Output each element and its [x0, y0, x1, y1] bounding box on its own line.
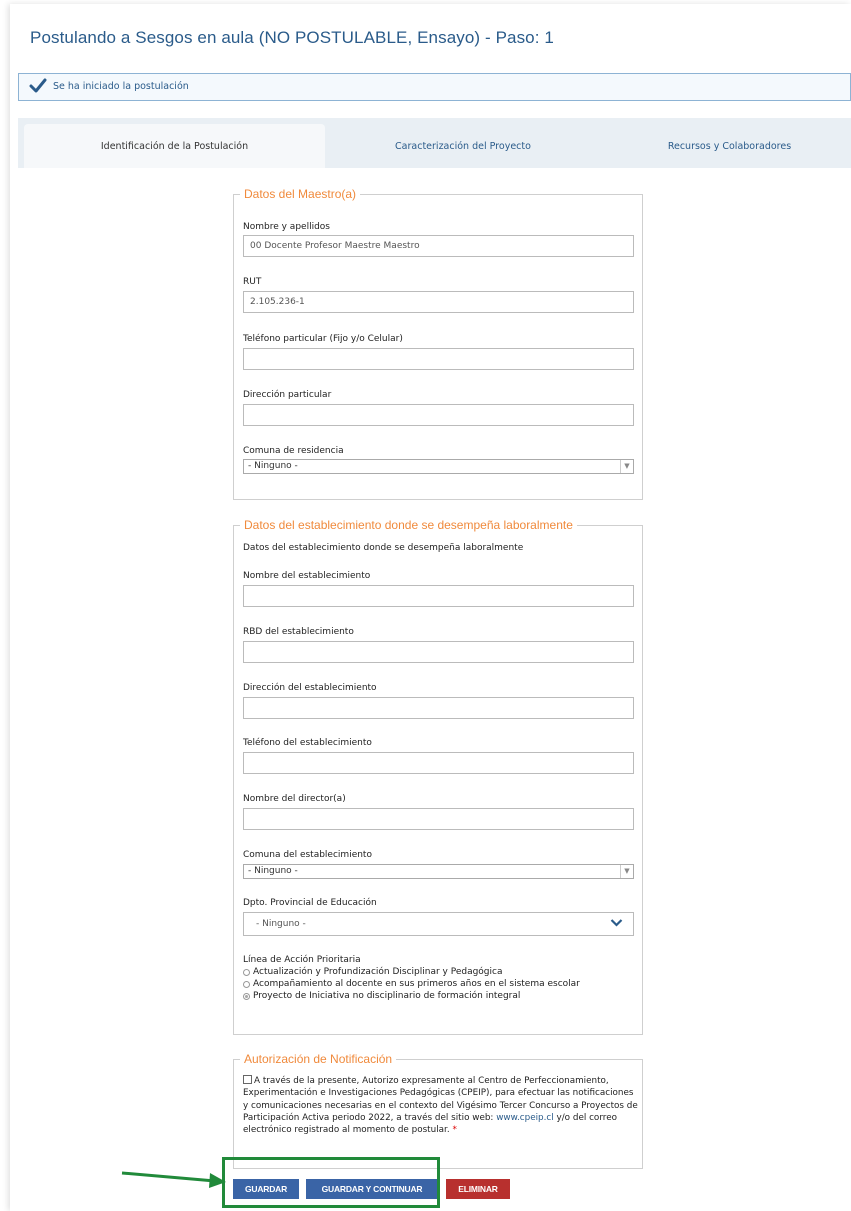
dropdown-arrow-icon: ▼: [620, 865, 633, 878]
linea-option-label: Acompañamiento al docente en sus primero…: [253, 979, 580, 989]
telefono-label: Teléfono particular (Fijo y/o Celular): [243, 334, 403, 344]
comuna-residencia-select[interactable]: - Ninguno - ▼: [243, 459, 634, 474]
checkmark-icon: [29, 77, 47, 99]
status-text: Se ha iniciado la postulación: [53, 81, 189, 92]
eliminar-button[interactable]: ELIMINAR: [446, 1179, 510, 1199]
rbd-input[interactable]: [243, 641, 634, 663]
rut-label: RUT: [243, 277, 262, 287]
autorizacion-legend: Autorización de Notificación: [244, 1052, 393, 1066]
dpto-value: - Ninguno -: [256, 919, 306, 929]
nombre-input[interactable]: 00 Docente Profesor Maestre Maestro: [243, 235, 634, 257]
linea-option[interactable]: Actualización y Profundización Disciplin…: [243, 967, 503, 977]
dpto-label: Dpto. Provincial de Educación: [243, 898, 377, 908]
radio-icon[interactable]: [243, 968, 250, 976]
comuna-residencia-value: - Ninguno -: [248, 461, 298, 471]
chevron-down-icon: [610, 918, 623, 931]
tab-caracterizacion[interactable]: Caracterización del Proyecto: [328, 124, 598, 168]
dropdown-arrow-icon: ▼: [620, 460, 633, 473]
telefono-establecimiento-input[interactable]: [243, 752, 634, 774]
page-title: Postulando a Sesgos en aula (NO POSTULAB…: [30, 28, 554, 47]
director-input[interactable]: [243, 808, 634, 830]
linea-option[interactable]: Acompañamiento al docente en sus primero…: [243, 979, 580, 989]
linea-label: Línea de Acción Prioritaria: [243, 955, 361, 965]
arrow-icon: [121, 1171, 226, 1188]
autorizacion-checkbox[interactable]: [243, 1075, 252, 1084]
autorizacion-text: A través de la presente, Autorizo expres…: [243, 1075, 638, 1136]
direccion-establecimiento-input[interactable]: [243, 697, 634, 719]
maestro-legend: Datos del Maestro(a): [244, 187, 357, 201]
required-mark: *: [452, 1125, 457, 1136]
director-label: Nombre del director(a): [243, 794, 346, 804]
direccion-label: Dirección particular: [243, 390, 332, 400]
linea-option[interactable]: Proyecto de Iniciativa no disciplinario …: [243, 991, 520, 1001]
highlight-box: [222, 1157, 440, 1208]
telefono-establecimiento-label: Teléfono del establecimiento: [243, 738, 372, 748]
nombre-establecimiento-input[interactable]: [243, 585, 634, 607]
direccion-input[interactable]: [243, 404, 634, 426]
telefono-input[interactable]: [243, 348, 634, 370]
status-message: Se ha iniciado la postulación: [18, 73, 851, 101]
rbd-label: RBD del establecimiento: [243, 627, 354, 637]
comuna-establecimiento-label: Comuna del establecimiento: [243, 850, 372, 860]
linea-option-label: Proyecto de Iniciativa no disciplinario …: [253, 991, 521, 1001]
establecimiento-legend: Datos del establecimiento donde se desem…: [244, 518, 573, 532]
rut-input[interactable]: 2.105.236-1: [243, 291, 634, 313]
comuna-residencia-label: Comuna de residencia: [243, 446, 344, 456]
tab-identificacion[interactable]: Identificación de la Postulación: [24, 124, 325, 168]
nombre-label: Nombre y apellidos: [243, 222, 330, 232]
establecimiento-description: Datos del establecimiento donde se desem…: [243, 543, 524, 553]
direccion-establecimiento-label: Dirección del establecimiento: [243, 683, 377, 693]
radio-selected-icon[interactable]: [243, 992, 250, 1000]
cpeip-link[interactable]: www.cpeip.cl: [496, 1113, 554, 1123]
comuna-establecimiento-value: - Ninguno -: [248, 866, 298, 876]
tab-recursos[interactable]: Recursos y Colaboradores: [608, 124, 851, 168]
linea-option-label: Actualización y Profundización Disciplin…: [253, 967, 503, 977]
comuna-establecimiento-select[interactable]: - Ninguno - ▼: [243, 864, 634, 879]
radio-icon[interactable]: [243, 980, 250, 988]
dpto-select[interactable]: - Ninguno -: [243, 912, 634, 936]
tab-bar: Identificación de la Postulación Caracte…: [18, 118, 851, 168]
nombre-establecimiento-label: Nombre del establecimiento: [243, 571, 371, 581]
